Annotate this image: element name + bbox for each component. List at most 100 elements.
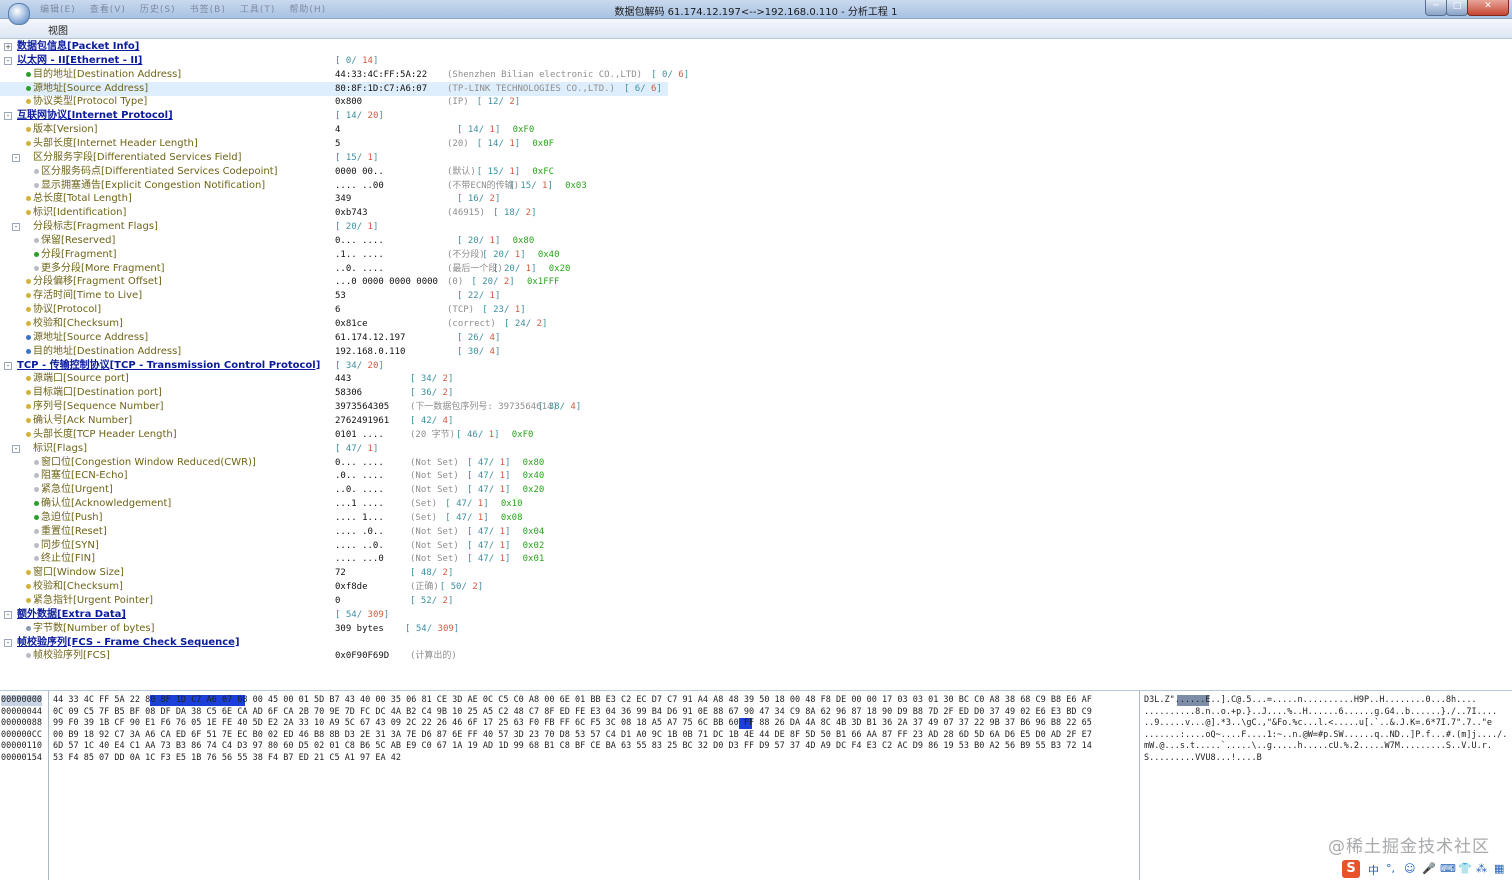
offset-bracket: [ (410, 374, 421, 385)
length-value: 309 (367, 609, 384, 620)
field-offset: [ 47/ 1] (467, 539, 510, 553)
collapse-icon[interactable]: - (4, 638, 12, 647)
tree-field-row[interactable]: 总长度[Total Length] 349 [ 16/ 2] (0, 192, 900, 206)
tree-label: 同步位[SYN] (41, 539, 99, 551)
close-button[interactable]: ✕ (1467, 0, 1509, 16)
offset-bracket: [ (537, 402, 549, 413)
tree-field-row[interactable]: 同步位[SYN] .... ..0. (Not Set) [ 47/ 1] 0x02 (0, 539, 900, 553)
menu-view[interactable]: 视图 (48, 22, 68, 37)
maximize-button[interactable]: □ (1446, 0, 1468, 16)
minimize-button[interactable]: ─ (1425, 0, 1447, 16)
field-value: 349 (335, 194, 352, 205)
tree-field-row[interactable]: 源地址[Source Address] 61.174.12.197 [ 26/ 4] (0, 331, 900, 345)
hex-row: 00 B9 18 92 C7 3A A6 CA ED 6F 51 7E EC B… (53, 729, 1092, 740)
app-icon[interactable] (8, 3, 30, 25)
collapse-icon[interactable]: - (4, 361, 12, 370)
field-value: 80:8F:1D:C7:A6:07 (335, 83, 428, 94)
tree-field-row[interactable]: 头部长度[Internet Header Length] 5 (20) [ 14/ 1… (0, 137, 900, 151)
tree-field-row[interactable]: 确认号[Ack Number] 2762491961 [ 42/ 4] (0, 414, 900, 428)
tree-field-row[interactable]: - 分段标志[Fragment Flags] [ 20/ 1] (0, 220, 900, 234)
collapse-icon[interactable]: - (12, 223, 20, 232)
tree-section-row[interactable]: - 互联网协议[Internet Protocol] [ 14/ 20] (0, 109, 900, 123)
tree-field-row[interactable]: 版本[Version] 4 [ 14/ 1] 0xF0 (0, 123, 900, 137)
hex-bytes-column[interactable]: 44 33 4C FF 5A 22 80 8F 1D C7 A6 07 08 0… (49, 691, 1140, 880)
tree-field-row[interactable]: 目的地址[Destination Address] 44:33:4C:FF:5A:… (0, 68, 900, 82)
field-value: 6 (335, 305, 341, 316)
sogou-ime-icon[interactable]: S (1342, 860, 1360, 878)
ime-tray-icon[interactable]: ⁂ (1476, 862, 1487, 875)
tree-field-row[interactable]: 协议[Protocol] 6 (TCP) [ 23/ 1] (0, 303, 900, 317)
ime-tray-icon[interactable]: ☺ (1404, 862, 1415, 875)
tree-section-row[interactable]: + 数据包信息[Packet Info] (0, 40, 900, 54)
tree-field-row[interactable]: 显示拥塞通告[Explicit Congestion Notification]… (0, 179, 900, 193)
tree-section-row[interactable]: - TCP - 传输控制协议[TCP - Transmission Control… (0, 359, 900, 373)
ime-tray-icon[interactable]: 👕 (1458, 862, 1472, 875)
offset-bracket: [ (410, 596, 421, 606)
field-description: (Not Set) (410, 485, 459, 496)
tree-field-row[interactable]: 窗口[Window Size] 72 [ 48/ 2] (0, 566, 900, 580)
tree-field-row[interactable]: 更多分段[More Fragment] ..0. .... (最后一个段)[ 20/… (0, 262, 900, 276)
tree-label: 额外数据[Extra Data] (17, 608, 126, 620)
tree-field-row[interactable]: 确认位[Acknowledgement] ...1 .... (Set) [ 47/ … (0, 497, 900, 511)
offset-slash: / (488, 471, 500, 482)
tree-field-row[interactable]: 源地址[Source Address] 80:8F:1D:C7:A6:07 (TP-… (0, 81, 668, 96)
tree-field-row[interactable]: 紧急指针[Urgent Pointer] 0 [ 52/ 2] (0, 594, 900, 608)
offset-value: 15 (520, 180, 532, 191)
tree-label: 更多分段[More Fragment] (41, 262, 165, 274)
ime-tray-icon[interactable]: ▦ (1494, 862, 1504, 875)
tree-field-row[interactable]: 分段[Fragment] .1.. .... (不分段)[ 20/ 1] 0x40 (0, 248, 900, 262)
ascii-row: D3L.Z"......E..].C@.5...=.....n.........… (1144, 695, 1477, 705)
collapse-icon[interactable]: - (12, 444, 20, 453)
field-icon (34, 168, 39, 174)
ascii-row: .......:....oQ~....F....1:~..n.@W=#p.SW.… (1144, 729, 1508, 740)
tree-field-row[interactable]: 校验和[Checksum] 0xf8de (正确)[ 50/ 2] (0, 580, 900, 594)
tree-field-row[interactable]: 终止位[FIN] .... ...0 (Not Set) [ 47/ 1] 0x01 (0, 552, 900, 566)
tree-field-row[interactable]: - 区分服务字段[Differentiated Services Field] [ … (0, 151, 900, 165)
ime-tray-icon[interactable]: 中 (1368, 862, 1379, 878)
hex-address: 00000110 (1, 741, 42, 751)
field-description: (20 字节) (410, 429, 456, 440)
tree-field-row[interactable]: 序列号[Sequence Number] 3973564305 (下一数据包序列号:… (0, 400, 900, 414)
collapse-icon[interactable]: - (4, 112, 12, 121)
collapse-icon[interactable]: - (4, 610, 12, 619)
ime-tray-icon[interactable]: ⌨ (1440, 862, 1456, 875)
tree-field-row[interactable]: 阻塞位[ECN-Echo] .0.. .... (Not Set) [ 47/ 1] 0… (0, 469, 900, 483)
tree-field-row[interactable]: 急迫位[Push] .... 1... (Set) [ 47/ 1] 0x08 (0, 511, 900, 525)
expand-icon[interactable]: + (4, 43, 12, 51)
ime-tray-icon[interactable]: 🎤 (1422, 862, 1436, 875)
field-offset: [ 30/ 4] (457, 345, 500, 359)
tree-field-row[interactable]: 窗口位[Congestion Window Reduced(CWR)] 0... … (0, 456, 900, 470)
collapse-icon[interactable]: - (12, 153, 20, 162)
offset-bracket: ] (656, 83, 662, 94)
field-value: .... ..00 (335, 180, 384, 191)
tree-field-row[interactable]: 重置位[Reset] .... .0.. (Not Set) [ 47/ 1] 0x04 (0, 525, 900, 539)
field-icon (26, 653, 31, 659)
tree-field-row[interactable]: 目标端口[Destination port] 58306 [ 36/ 2] (0, 386, 900, 400)
tree-field-row[interactable]: 头部长度[TCP Header Length] 0101 .... (20 字节)[… (0, 428, 900, 442)
offset-bracket: [ (623, 83, 635, 94)
field-description: (默认) (447, 166, 476, 177)
tree-field-row[interactable]: 校验和[Checksum] 0x81ce (correct) [ 24/ 2] (0, 317, 900, 331)
tree-field-row[interactable]: 帧校验序列[FCS] 0x0F90F69D (计算出的) (0, 649, 900, 663)
tree-field-row[interactable]: 保留[Reserved] 0... .... [ 20/ 1] 0x80 (0, 234, 900, 248)
offset-value: 47 (477, 540, 489, 551)
field-icon (34, 265, 39, 271)
tree-field-row[interactable]: - 标识[Flags] [ 47/ 1] (0, 442, 900, 456)
tree-section-row[interactable]: - 帧校验序列[FCS - Frame Check Sequence] (0, 636, 900, 650)
ime-tray-icon[interactable]: °, (1386, 862, 1395, 875)
tree-section-row[interactable]: - 以太网 - II[Ethernet - II] [ 0/ 14] (0, 54, 900, 68)
tree-field-row[interactable]: 存活时间[Time to Live] 53 [ 22/ 1] (0, 289, 900, 303)
offset-slash: / (431, 596, 443, 606)
tree-section-row[interactable]: - 额外数据[Extra Data] [ 54/ 309] (0, 608, 900, 622)
tree-field-row[interactable]: 标识[Identification] 0xb743 (46915) [ 18/ 2] (0, 206, 900, 220)
tree-field-row[interactable]: 字节数[Number of bytes] 309 bytes [ 54/ 309] (0, 622, 900, 636)
tree-field-row[interactable]: 协议类型[Protocol Type] 0x800 (IP) [ 12/ 2] (0, 95, 900, 109)
collapse-icon[interactable]: - (4, 56, 12, 65)
hex-address: 00000154 (1, 752, 42, 763)
tree-field-row[interactable]: 目的地址[Destination Address] 192.168.0.110 [ … (0, 345, 900, 359)
tree-field-row[interactable]: 区分服务码点[Differentiated Services Codepoint… (0, 165, 900, 179)
field-value: 0... .... (335, 235, 384, 246)
tree-field-row[interactable]: 紧急位[Urgent] ..0. .... (Not Set) [ 47/ 1] 0x2… (0, 483, 900, 497)
tree-field-row[interactable]: 分段偏移[Fragment Offset] ...0 0000 0000 0000… (0, 275, 900, 289)
tree-field-row[interactable]: 源端口[Source port] 443 [ 34/ 2] (0, 372, 900, 386)
